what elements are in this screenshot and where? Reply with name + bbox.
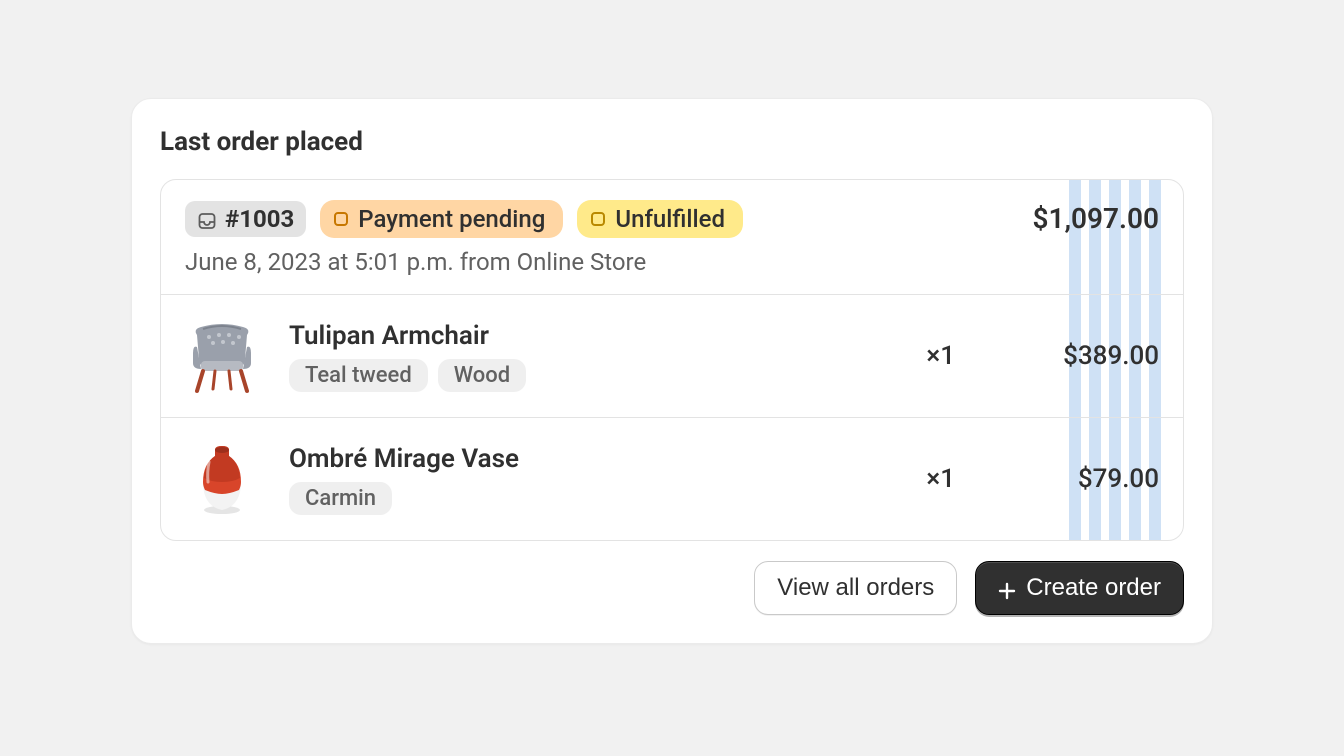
fulfillment-status-text: Unfulfilled	[615, 205, 725, 233]
item-price: $389.00	[979, 341, 1159, 371]
inbox-icon	[197, 209, 217, 229]
button-label: View all orders	[777, 574, 934, 602]
variant-pill: Wood	[438, 359, 526, 392]
product-thumbnail	[179, 313, 265, 399]
line-item: Tulipan Armchair Teal tweed Wood ×1 $389…	[161, 294, 1183, 417]
order-id-text: #1003	[225, 205, 294, 233]
line-item: Ombré Mirage Vase Carmin ×1 $79.00	[161, 417, 1183, 540]
item-quantity: ×1	[875, 464, 955, 494]
card-actions: View all orders Create order	[160, 561, 1184, 615]
button-label: Create order	[1026, 574, 1161, 602]
order-header: #1003 Payment pending Unfulfilled June 8…	[161, 180, 1183, 294]
item-name: Tulipan Armchair	[289, 321, 851, 351]
variant-pill: Carmin	[289, 482, 392, 515]
order-box: #1003 Payment pending Unfulfilled June 8…	[160, 179, 1184, 541]
variant-pill: Teal tweed	[289, 359, 428, 392]
order-total: $1,097.00	[1032, 200, 1159, 235]
item-price: $79.00	[979, 464, 1159, 494]
item-name: Ombré Mirage Vase	[289, 444, 851, 474]
plus-icon	[998, 579, 1016, 597]
payment-status-badge: Payment pending	[320, 200, 563, 238]
last-order-card: Last order placed #1003	[131, 98, 1213, 644]
payment-status-text: Payment pending	[358, 205, 545, 233]
create-order-button[interactable]: Create order	[975, 561, 1184, 615]
order-meta: June 8, 2023 at 5:01 p.m. from Online St…	[185, 248, 743, 276]
order-id-badge[interactable]: #1003	[185, 201, 306, 237]
card-title: Last order placed	[160, 127, 1184, 157]
view-all-orders-button[interactable]: View all orders	[754, 561, 957, 615]
product-thumbnail	[179, 436, 265, 522]
fulfillment-status-badge: Unfulfilled	[577, 200, 743, 238]
item-quantity: ×1	[875, 341, 955, 371]
